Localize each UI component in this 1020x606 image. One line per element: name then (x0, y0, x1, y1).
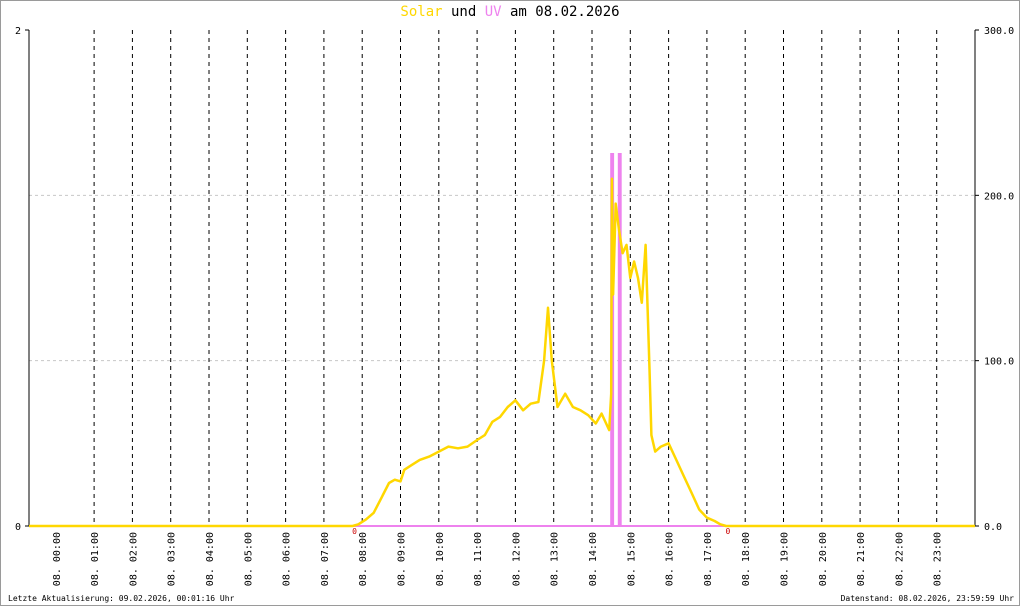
x-tick-label-3: 08. 03:00 (167, 532, 178, 586)
x-tick-label-10: 08. 10:00 (435, 532, 446, 586)
y-right-tick-label-2: 200.0 (984, 191, 1014, 202)
x-tick-label-6: 08. 06:00 (282, 532, 293, 586)
solar-uv-chart: 0 2 0.0 100.0 200.0 300.0 0 0 08. 00:00 08. 01:00… (15, 26, 1014, 586)
marker-label-0: 0 (352, 527, 357, 536)
y-right-tick-label-1: 100.0 (984, 357, 1014, 368)
x-tick-label-18: 08. 18:00 (741, 532, 752, 586)
x-tick-label-14: 08. 14:00 (588, 532, 599, 586)
x-tick-label-20: 08. 20:00 (818, 532, 829, 586)
x-tick-label-15: 08. 15:00 (626, 532, 637, 586)
x-tick-label-17: 08. 17:00 (703, 532, 714, 586)
x-tick-label-2: 08. 02:00 (128, 532, 139, 586)
x-tick-label-22: 08. 22:00 (894, 532, 905, 586)
x-tick-label-11: 08. 11:00 (473, 532, 484, 586)
x-tick-label-12: 08. 12:00 (511, 532, 522, 586)
last-update-text: Letzte Aktualisierung: 09.02.2026, 00:01… (8, 594, 235, 603)
x-tick-label-0: 08. 00:00 (52, 532, 63, 586)
x-tick-label-7: 08. 07:00 (320, 532, 331, 586)
x-tick-label-8: 08. 08:00 (358, 532, 369, 586)
y-right-tick-label-0: 0.0 (984, 522, 1002, 533)
marker-label-1: 0 (726, 527, 731, 536)
x-tick-label-9: 08. 09:00 (397, 532, 408, 586)
x-tick-label-16: 08. 16:00 (665, 532, 676, 586)
y-left-tick-label-0: 0 (15, 522, 21, 533)
x-tick-label-21: 08. 21:00 (856, 532, 867, 586)
x-tick-label-5: 08. 05:00 (243, 532, 254, 586)
y-left-tick-label-1: 2 (15, 26, 21, 37)
x-tick-label-4: 08. 04:00 (205, 532, 216, 586)
data-status-text: Datenstand: 08.02.2026, 23:59:59 Uhr (840, 594, 1014, 603)
x-tick-label-23: 08. 23:00 (933, 532, 944, 586)
x-tick-label-13: 08. 13:00 (550, 532, 561, 586)
x-tick-label-1: 08. 01:00 (90, 532, 101, 586)
y-right-tick-label-3: 300.0 (984, 26, 1014, 37)
x-tick-label-19: 08. 19:00 (780, 532, 791, 586)
